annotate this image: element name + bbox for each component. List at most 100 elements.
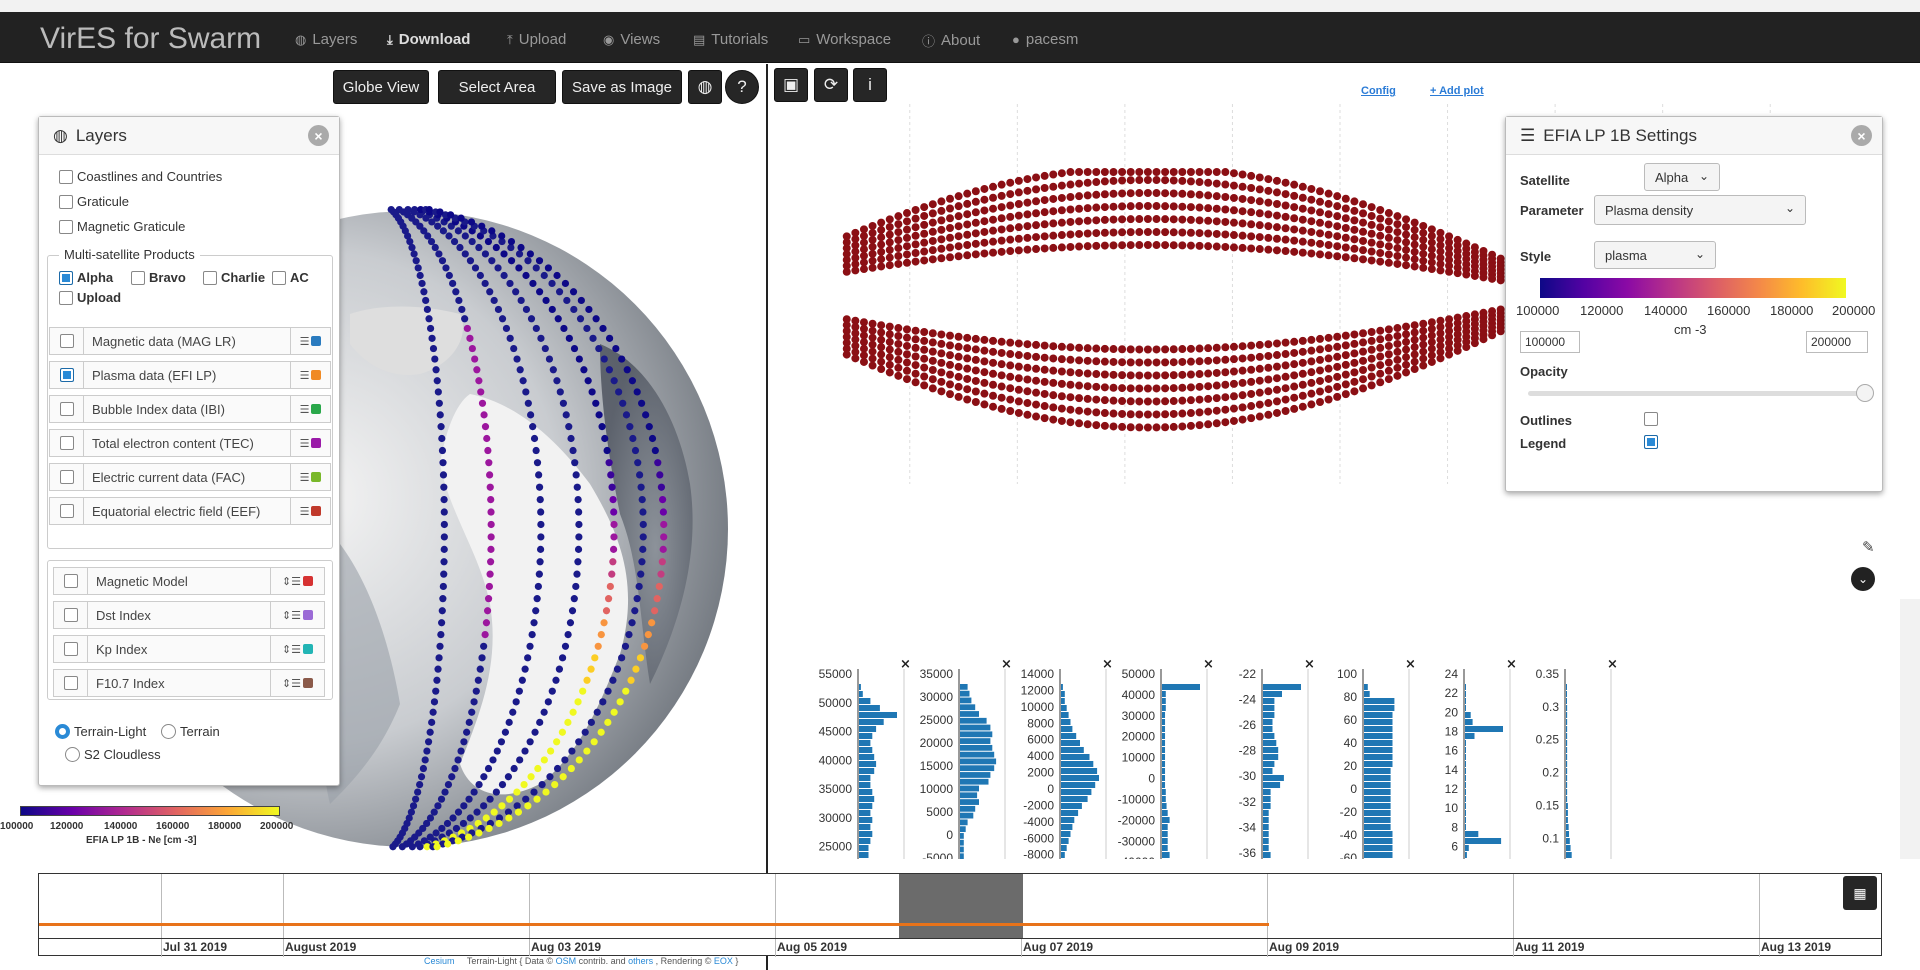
model-settings-icon[interactable]: ⇕☰	[270, 568, 324, 594]
cesium-link[interactable]: Cesium	[424, 956, 455, 966]
nav-user[interactable]: ● pacesm	[1012, 31, 1078, 48]
product-tec[interactable]: Total electron content (TEC) ☰	[49, 429, 331, 457]
close-icon[interactable]: ×	[1304, 657, 1315, 672]
nav-views[interactable]: ◉ Views	[603, 31, 660, 48]
model-checkbox-cell[interactable]	[54, 602, 88, 628]
checkbox[interactable]	[59, 368, 74, 382]
baselayer-terrain-light[interactable]: Terrain-Light	[55, 724, 146, 739]
pencil-icon[interactable]: ✎	[1862, 538, 1875, 556]
checkbox[interactable]	[63, 608, 78, 622]
checkbox[interactable]	[59, 194, 73, 209]
opacity-slider-handle[interactable]	[1856, 384, 1874, 402]
others-link[interactable]: others	[628, 956, 653, 966]
legend-checkbox[interactable]	[1644, 435, 1658, 449]
model-checkbox-cell[interactable]	[54, 670, 88, 696]
globe-view-pane[interactable]: Globe View Select Area Save as Image ◍ ?…	[0, 64, 766, 871]
range-min-input[interactable]: 100000	[1520, 331, 1580, 353]
product-mag-lr[interactable]: Magnetic data (MAG LR) ☰	[49, 327, 331, 355]
layer-settings-icon[interactable]: ☰	[290, 396, 330, 422]
globe-view-button[interactable]: Globe View	[333, 70, 429, 104]
baselayer-terrain[interactable]: Terrain	[161, 724, 220, 739]
model-settings-icon[interactable]: ⇕☰	[270, 670, 324, 696]
checkbox[interactable]	[59, 436, 74, 450]
overlay-graticule[interactable]: Graticule	[59, 194, 129, 209]
close-icon[interactable]: ×	[1506, 657, 1517, 672]
sat-bravo[interactable]: Bravo	[131, 270, 186, 285]
checkbox[interactable]	[59, 402, 74, 416]
model-dst[interactable]: Dst Index ⇕☰	[53, 601, 325, 629]
product-checkbox-cell[interactable]	[50, 396, 84, 422]
checkbox[interactable]	[63, 676, 78, 690]
overlay-coastlines[interactable]: Coastlines and Countries	[59, 169, 222, 184]
sat-charlie[interactable]: Charlie	[203, 270, 265, 285]
calendar-icon[interactable]: ▦	[1843, 876, 1877, 910]
model-checkbox-cell[interactable]	[54, 636, 88, 662]
radio[interactable]	[55, 724, 70, 739]
layer-settings-icon[interactable]: ☰	[290, 328, 330, 354]
style-select[interactable]: plasma ⌄	[1594, 241, 1716, 269]
product-checkbox-cell[interactable]	[50, 430, 84, 456]
layer-settings-icon[interactable]: ☰	[290, 362, 330, 388]
projection-globe-icon[interactable]: ◍	[688, 70, 722, 104]
model-settings-icon[interactable]: ⇕☰	[270, 602, 324, 628]
product-checkbox-cell[interactable]	[50, 362, 84, 388]
sat-upload[interactable]: Upload	[59, 290, 121, 305]
chevron-down-icon[interactable]: ⌄	[1851, 567, 1875, 591]
model-settings-icon[interactable]: ⇕☰	[270, 636, 324, 662]
brand-title[interactable]: VirES for Swarm	[40, 22, 261, 56]
nav-tutorials[interactable]: ▤ Tutorials	[693, 31, 768, 48]
product-ibi[interactable]: Bubble Index data (IBI) ☰	[49, 395, 331, 423]
outlines-checkbox[interactable]	[1644, 412, 1658, 426]
satellite-select[interactable]: Alpha ⌄	[1644, 163, 1720, 191]
checkbox[interactable]	[59, 334, 74, 348]
product-efi-lp[interactable]: Plasma data (EFI LP) ☰	[49, 361, 331, 389]
select-area-button[interactable]: Select Area	[438, 70, 556, 104]
product-checkbox-cell[interactable]	[50, 328, 84, 354]
checkbox[interactable]	[131, 270, 145, 285]
checkbox[interactable]	[203, 270, 217, 285]
checkbox[interactable]	[59, 270, 73, 285]
histogram-row[interactable]: 5500050000450004000035000300002500020000…	[768, 589, 1888, 859]
layer-settings-icon[interactable]: ☰	[290, 464, 330, 490]
help-icon[interactable]: ?	[725, 70, 759, 104]
time-selection-brush[interactable]	[899, 874, 1023, 938]
nav-upload[interactable]: ⤒ Upload	[507, 31, 566, 48]
layer-settings-icon[interactable]: ☰	[290, 498, 330, 524]
close-icon[interactable]: ×	[1203, 657, 1214, 672]
model-magnetic[interactable]: Magnetic Model ⇕☰	[53, 567, 325, 595]
checkbox[interactable]	[63, 574, 78, 588]
timeslider[interactable]: Jul 31 2019 August 2019 Aug 03 2019 Aug 05 …	[38, 873, 1882, 957]
product-fac[interactable]: Electric current data (FAC) ☰	[49, 463, 331, 491]
eox-link[interactable]: EOX	[714, 956, 733, 966]
product-checkbox-cell[interactable]	[50, 464, 84, 490]
range-max-input[interactable]: 200000	[1806, 331, 1868, 353]
parameter-select[interactable]: Plasma density ⌄	[1594, 195, 1806, 225]
save-image-button[interactable]: Save as Image	[562, 70, 682, 104]
close-icon[interactable]: ×	[1405, 657, 1416, 672]
checkbox[interactable]	[59, 504, 74, 518]
checkbox[interactable]	[59, 470, 74, 484]
nav-workspace[interactable]: ▭ Workspace	[798, 31, 891, 48]
radio[interactable]	[65, 747, 80, 762]
radio[interactable]	[161, 724, 176, 739]
sat-alpha[interactable]: Alpha	[59, 270, 113, 285]
overlay-magnetic-graticule[interactable]: Magnetic Graticule	[59, 219, 185, 234]
close-icon[interactable]: ×	[1607, 657, 1618, 672]
nav-layers[interactable]: ◍ Layers	[295, 31, 357, 48]
checkbox[interactable]	[59, 219, 73, 234]
product-eef[interactable]: Equatorial electric field (EEF) ☰	[49, 497, 331, 525]
nav-download[interactable]: ⤓ Download	[387, 31, 470, 48]
model-kp[interactable]: Kp Index ⇕☰	[53, 635, 325, 663]
osm-link[interactable]: OSM	[556, 956, 577, 966]
close-icon[interactable]: ×	[1001, 657, 1012, 672]
model-checkbox-cell[interactable]	[54, 568, 88, 594]
nav-about[interactable]: ⓘ About	[922, 31, 980, 50]
opacity-slider-track[interactable]	[1528, 391, 1862, 396]
product-checkbox-cell[interactable]	[50, 498, 84, 524]
layer-settings-icon[interactable]: ☰	[290, 430, 330, 456]
checkbox[interactable]	[63, 642, 78, 656]
close-icon[interactable]: ×	[1102, 657, 1113, 672]
model-f107[interactable]: F10.7 Index ⇕☰	[53, 669, 325, 697]
sat-ac[interactable]: AC	[272, 270, 309, 285]
checkbox[interactable]	[59, 169, 73, 184]
